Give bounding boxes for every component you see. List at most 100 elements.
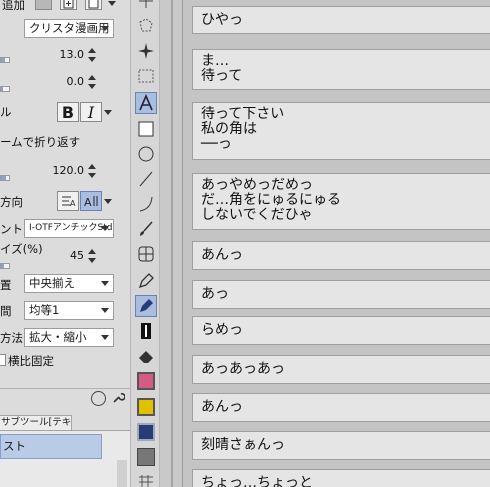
svg-text:A: A bbox=[84, 196, 92, 208]
italic-button[interactable]: I bbox=[80, 102, 102, 122]
tool-selection[interactable] bbox=[135, 65, 157, 87]
tool-rectangle[interactable] bbox=[135, 118, 157, 140]
angle-spinner[interactable] bbox=[87, 75, 96, 89]
size-value[interactable]: 13.0 bbox=[40, 48, 85, 61]
tool-curve[interactable] bbox=[135, 193, 157, 215]
subtool-tab[interactable]: サブツール[テキスト] bbox=[0, 415, 72, 431]
size-percent-spinner[interactable] bbox=[87, 249, 96, 263]
subtool-item-text[interactable]: スト bbox=[0, 434, 102, 459]
wrench-icon[interactable] bbox=[111, 391, 126, 408]
preset-settings-button[interactable] bbox=[85, 0, 102, 10]
size-spinner[interactable] bbox=[87, 48, 96, 62]
fixed-ratio-checkbox[interactable] bbox=[0, 354, 6, 366]
main-color-swatch[interactable] bbox=[135, 370, 157, 392]
horizontal-text-button[interactable]: A bbox=[57, 191, 79, 211]
spacing-select[interactable]: 均等1 bbox=[24, 301, 114, 320]
tool-magic-wand[interactable] bbox=[135, 40, 157, 62]
pen-icon bbox=[138, 273, 154, 289]
pattern-icon bbox=[139, 475, 153, 487]
angle-slider[interactable] bbox=[0, 86, 10, 92]
contour-icon bbox=[141, 323, 151, 339]
width-value[interactable]: 120.0 bbox=[40, 164, 85, 177]
text-entry[interactable]: あんっ bbox=[192, 393, 490, 422]
tool-eraser-contour[interactable] bbox=[135, 320, 157, 342]
tool-ellipse[interactable] bbox=[135, 143, 157, 165]
plus-icon bbox=[63, 0, 74, 8]
text-entry[interactable]: ひやっ bbox=[192, 6, 490, 34]
text-entry[interactable]: ま… 待って bbox=[192, 49, 490, 90]
preset-menu-chevron[interactable] bbox=[108, 1, 116, 6]
font-label: ント bbox=[0, 222, 23, 236]
line-icon bbox=[139, 171, 153, 187]
panel-divider[interactable] bbox=[160, 0, 182, 487]
transparent-color-swatch[interactable] bbox=[135, 421, 157, 443]
tool-line[interactable] bbox=[135, 168, 157, 190]
direction-chevron[interactable] bbox=[104, 199, 112, 204]
svg-text:A: A bbox=[70, 199, 76, 208]
tool-brush[interactable] bbox=[135, 218, 157, 240]
gradient-swatch[interactable] bbox=[135, 446, 157, 468]
text-entry[interactable]: らめっ bbox=[192, 316, 490, 345]
font-select[interactable]: I-OTFアンチックStd bbox=[24, 219, 114, 238]
text-entry[interactable]: あんっ bbox=[192, 241, 490, 270]
tool-lasso[interactable] bbox=[135, 15, 157, 37]
frame-border-icon bbox=[138, 246, 154, 262]
move-icon bbox=[139, 0, 153, 8]
text-entry[interactable]: あっやめっだめっ だ…角をにゅるにゅる しないでくだひゃ bbox=[192, 173, 490, 230]
tool-eraser[interactable] bbox=[135, 345, 157, 367]
rectangle-icon bbox=[138, 121, 154, 137]
text-entry[interactable]: 刻晴さぁんっ bbox=[192, 431, 490, 460]
text-list-panel: ひやっ ま… 待って 待って下さい 私の角は ──っ あっやめっだめっ だ…角を… bbox=[182, 0, 490, 487]
tool-bar bbox=[130, 0, 160, 487]
tool-frame[interactable] bbox=[135, 243, 157, 265]
direction-label: 方向 bbox=[0, 195, 23, 209]
text-tool-icon bbox=[139, 94, 153, 111]
bold-button[interactable]: B bbox=[57, 102, 79, 122]
preset-button-1[interactable] bbox=[35, 0, 52, 10]
curve-icon bbox=[139, 196, 153, 212]
panel-bottom-divider bbox=[0, 388, 130, 389]
add-label: 追加 bbox=[2, 0, 25, 12]
text-preset-select[interactable]: クリスタ漫画用 bbox=[24, 19, 114, 38]
preset-add-button[interactable] bbox=[60, 0, 77, 10]
horizontal-text-icon: A bbox=[62, 196, 76, 208]
eraser-icon bbox=[139, 351, 153, 363]
style-chevron[interactable] bbox=[104, 110, 112, 115]
align-select[interactable]: 中央揃え bbox=[24, 274, 114, 293]
tool-property-panel: 追加 クリスタ漫画用 13.0 0.0 ル B I ームで折り返す 120.0 … bbox=[0, 0, 130, 487]
method-label: 方法 bbox=[0, 331, 23, 345]
angle-value[interactable]: 0.0 bbox=[40, 75, 85, 88]
align-label: 置 bbox=[0, 278, 12, 292]
sub-color-swatch[interactable] bbox=[135, 396, 157, 418]
subtool-scrollbar[interactable] bbox=[117, 460, 127, 487]
pattern-swatch[interactable] bbox=[135, 471, 157, 487]
width-spinner[interactable] bbox=[87, 164, 96, 178]
style-label: ル bbox=[0, 105, 12, 119]
sparkle-icon bbox=[138, 43, 154, 59]
tool-text[interactable] bbox=[135, 92, 157, 114]
size-percent-label: イズ(%) bbox=[0, 242, 43, 256]
lasso-icon bbox=[139, 18, 153, 32]
settings-icon bbox=[88, 0, 99, 8]
text-entry[interactable]: 待って下さい 私の角は ──っ bbox=[192, 102, 490, 160]
method-select[interactable]: 拡大・縮小 bbox=[24, 328, 114, 347]
text-entry[interactable]: あっ bbox=[192, 280, 490, 309]
selection-rect-icon bbox=[138, 69, 154, 83]
fixed-ratio-label: 横比固定 bbox=[8, 354, 54, 368]
wrap-label: ームで折り返す bbox=[0, 135, 81, 149]
tool-move[interactable] bbox=[135, 0, 157, 12]
vertical-text-button[interactable]: A bbox=[80, 191, 102, 211]
ellipse-icon bbox=[138, 146, 154, 162]
width-slider[interactable] bbox=[0, 175, 10, 181]
size-slider[interactable] bbox=[0, 57, 10, 63]
size-percent-slider[interactable] bbox=[0, 263, 10, 269]
spacing-label: 間 bbox=[0, 304, 12, 318]
tool-fill-pen[interactable] bbox=[135, 295, 157, 317]
size-percent-value[interactable]: 45 bbox=[40, 249, 84, 262]
pen-fill-icon bbox=[140, 299, 153, 312]
text-entry[interactable]: あっあっあっ bbox=[192, 355, 490, 384]
reset-icon[interactable] bbox=[91, 391, 106, 406]
text-entry[interactable]: ちょっ…ちょっと bbox=[192, 469, 490, 487]
tool-pen[interactable] bbox=[135, 270, 157, 292]
vertical-text-icon: A bbox=[84, 196, 98, 208]
